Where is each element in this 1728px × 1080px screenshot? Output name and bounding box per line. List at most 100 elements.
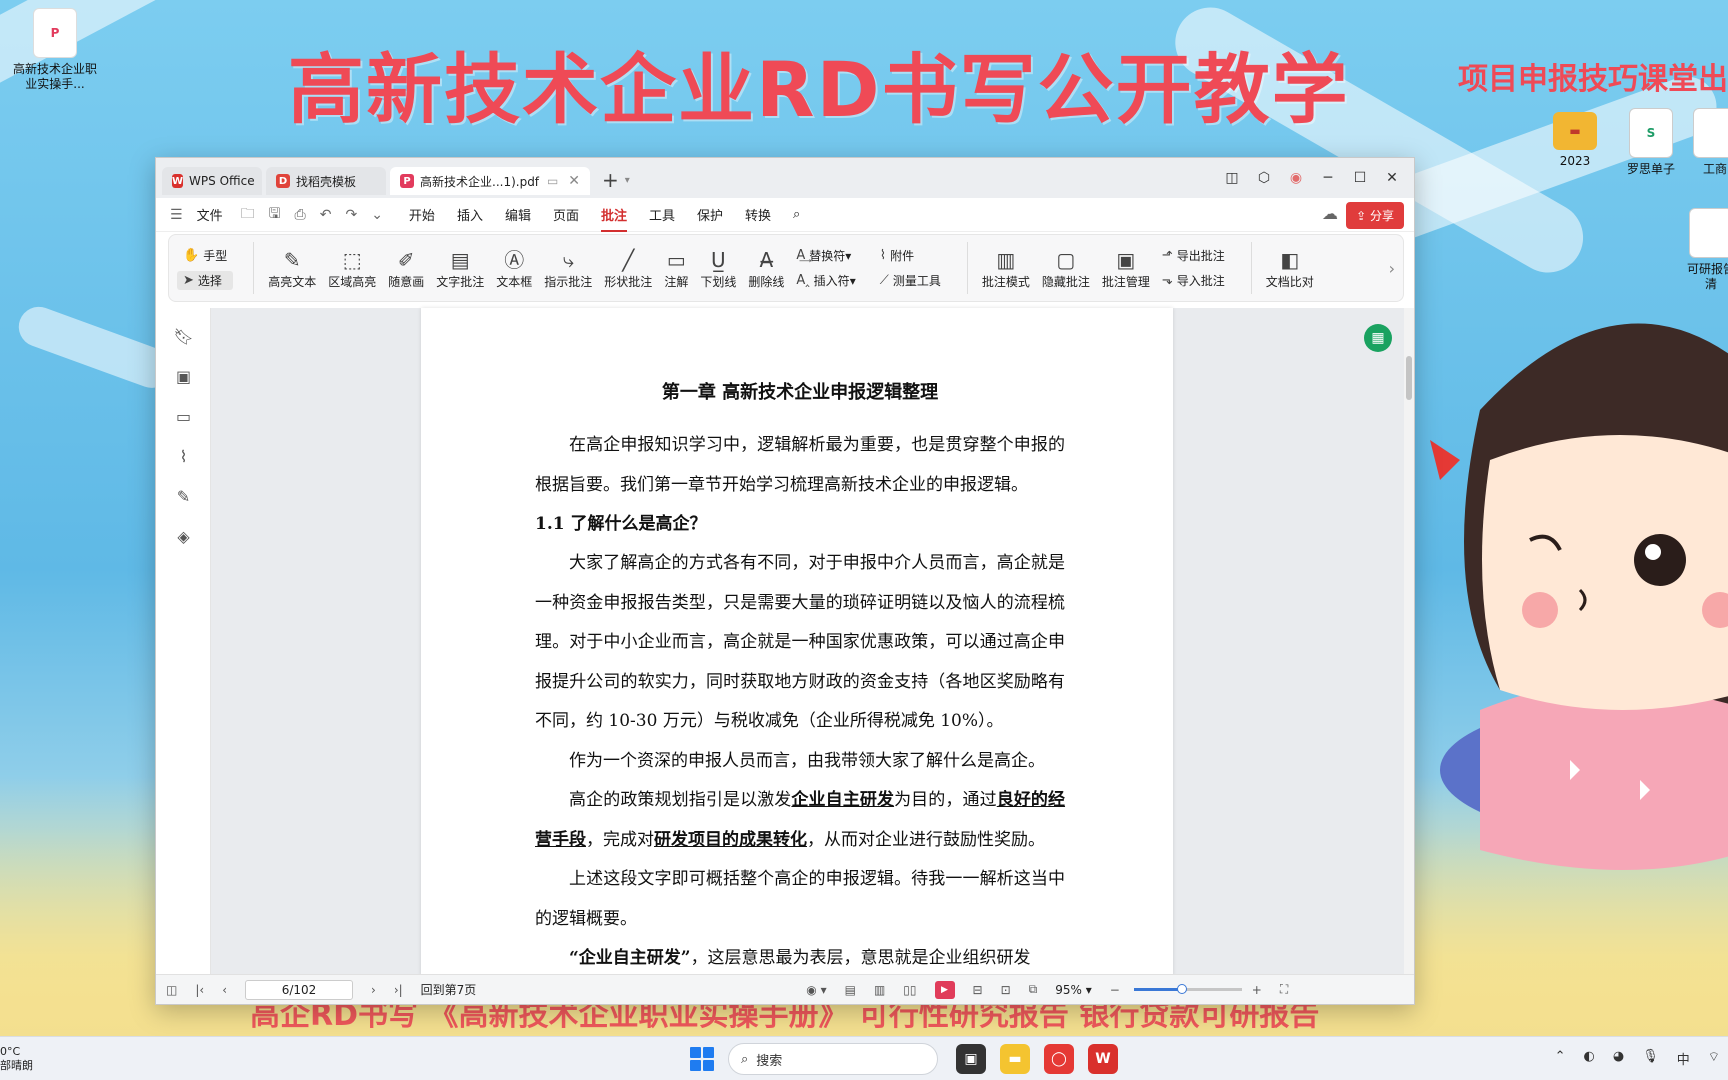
strikethrough-button[interactable]: A̶ 删除线 [748,247,784,290]
measure-tool-button[interactable]: ⟋ 测量工具 [874,271,947,290]
play-icon[interactable]: ▶ [934,980,955,999]
underline-button[interactable]: U̲ 下划线 [700,247,736,290]
cube-icon[interactable]: ⬡ [1248,170,1280,186]
search-icon[interactable]: ⌕ [793,207,800,222]
fit-width-icon[interactable]: ⊟ [973,983,983,997]
layout-icon[interactable]: ◫ [1216,170,1248,186]
wechat-icon[interactable]: ◐ [1584,1049,1595,1068]
task-view-icon[interactable]: ▣ [956,1044,986,1074]
weather-widget[interactable]: 0°C 部晴朗 [0,1045,33,1073]
close-window-button[interactable]: ✕ [1376,170,1408,186]
import-annotations-button[interactable]: ⬎ 导入批注 [1156,271,1231,290]
eye-icon[interactable]: ◉ ▾ [806,983,826,997]
desktop-icon-doc[interactable]: 工商 [1690,108,1728,177]
prev-page-icon[interactable]: ‹ [222,983,227,997]
thumbnail-icon[interactable]: ▣ [156,356,211,396]
goto-page-link[interactable]: 回到第7页 [421,981,477,998]
share-button[interactable]: ⇪ 分享 [1346,202,1404,229]
minimize-button[interactable]: ─ [1312,170,1344,186]
print-icon[interactable]: ⎙ [295,207,306,223]
pointer-annotation-button[interactable]: ⤷ 指示批注 [544,247,592,290]
zoom-slider-knob[interactable] [1177,984,1188,994]
close-tab-icon[interactable]: ✕ [568,173,580,189]
chevron-right-icon[interactable]: › [1389,259,1395,278]
chevron-down-icon[interactable]: ⌄ [371,207,383,223]
layers-icon[interactable]: ◈ [156,516,211,556]
menu-edit[interactable]: 编辑 [505,205,531,224]
fit-page-icon[interactable]: ⊡ [1001,983,1011,997]
monitor-icon[interactable]: ▭ [547,174,558,188]
two-page-icon[interactable]: ▯▯ [903,983,916,997]
file-explorer-icon[interactable]: ▬ [1000,1044,1030,1074]
hamburger-icon[interactable]: ☰ [170,207,183,223]
ime-icon[interactable]: 中 [1677,1049,1690,1068]
compare-button[interactable]: ◧ 文档比对 [1266,247,1314,290]
desktop-icon-report[interactable]: 可研报告清 [1686,208,1728,292]
new-tab-button[interactable]: + [602,168,619,192]
select-tool-button[interactable]: ➤ 选择 [177,271,234,290]
insert-mark-button[interactable]: A‸ 插入符 ▾ [790,271,861,290]
menu-page[interactable]: 页面 [553,205,579,224]
fullscreen-icon[interactable]: ⛶ [1280,982,1288,997]
menu-annotate[interactable]: 批注 [600,205,628,232]
app-red-icon[interactable]: ◯ [1044,1044,1074,1074]
microphone-icon[interactable]: 🎙︎ [1642,1049,1659,1068]
attachment-icon[interactable]: ⌇ [156,436,211,476]
page-number-input[interactable]: 6/102 [245,979,353,1000]
screenshot-icon[interactable]: ⧉ [1029,982,1038,997]
last-page-icon[interactable]: ›| [394,983,403,997]
qq-icon[interactable]: ◕ [1613,1049,1624,1068]
first-page-icon[interactable]: |‹ [195,983,204,997]
signature-icon[interactable]: ✎ [156,476,211,516]
annotation-manage-button[interactable]: ▣ 批注管理 [1102,247,1150,290]
next-page-icon[interactable]: › [371,983,376,997]
taskbar-search[interactable]: ⌕ 搜索 [728,1043,938,1075]
freehand-button[interactable]: ✐ 随意画 [388,247,424,290]
tab-docer-templates[interactable]: D 找稻壳模板 [266,167,386,195]
single-page-icon[interactable]: ▤ [845,983,856,997]
text-box-button[interactable]: Ⓐ 文本框 [496,247,532,290]
text-annotation-button[interactable]: ▤ 文字批注 [436,247,484,290]
note-button[interactable]: ▭ 注解 [664,247,688,290]
bookmark-icon[interactable]: 🔖︎ [156,316,211,356]
save-icon[interactable]: 🖫 [269,203,281,227]
shape-annotation-button[interactable]: ╱ 形状批注 [604,247,652,290]
file-menu[interactable]: 文件 [197,205,223,224]
tab-wps-office[interactable]: W WPS Office [162,167,262,195]
desktop-icon-pdf[interactable]: P 高新技术企业职业实操手... [12,8,98,92]
network-icon[interactable]: ⌔ [1708,1049,1720,1068]
annotation-mode-button[interactable]: ▥ 批注模式 [982,247,1030,290]
undo-icon[interactable]: ↶ [320,207,332,223]
windows-start-icon[interactable] [690,1047,714,1071]
redo-icon[interactable]: ↷ [345,207,357,223]
menu-insert[interactable]: 插入 [457,205,483,224]
zoom-slider[interactable] [1133,984,1242,994]
menu-convert[interactable]: 转换 [745,205,771,224]
spreadsheet-icon[interactable]: ▦ [1364,324,1392,352]
hide-annotations-button[interactable]: ▢ 隐藏批注 [1042,247,1090,290]
chevron-up-icon[interactable]: ⌃ [1555,1049,1566,1068]
desktop-icon-folder[interactable]: ▬ 2023 [1532,112,1618,169]
menu-start[interactable]: 开始 [409,205,435,224]
chevron-down-icon[interactable]: ▾ [625,175,630,186]
wps-taskbar-icon[interactable]: W [1088,1044,1118,1074]
open-folder-icon[interactable]: 🗀 [241,203,255,227]
zoom-select[interactable]: 95% ▾ [1055,983,1092,997]
continuous-page-icon[interactable]: ▥ [874,983,885,997]
zoom-out-icon[interactable]: − [1110,983,1120,997]
tab-pdf-document[interactable]: P 高新技术企业...1).pdf ▭ ✕ [390,167,590,195]
maximize-button[interactable]: ☐ [1344,170,1376,186]
avatar-icon[interactable]: ◉ [1280,170,1312,186]
hand-tool-button[interactable]: ✋ 手型 [177,246,233,265]
desktop-icon-sheet[interactable]: S 罗思单子 [1608,108,1694,177]
menu-protect[interactable]: 保护 [697,205,723,224]
area-highlight-button[interactable]: ⬚ 区域高亮 [328,247,376,290]
sidebar-toggle-icon[interactable]: ◫ [166,983,177,997]
scrollbar-thumb[interactable] [1406,356,1412,400]
attachment-button[interactable]: ⌇ 附件 [874,246,947,265]
replace-mark-button[interactable]: A͢ 替换符 ▾ [790,246,861,265]
export-annotations-button[interactable]: ⬏ 导出批注 [1156,246,1231,265]
zoom-in-icon[interactable]: + [1252,983,1262,997]
comment-icon[interactable]: ▭ [156,396,211,436]
cloud-icon[interactable]: ☁ [1322,204,1338,223]
